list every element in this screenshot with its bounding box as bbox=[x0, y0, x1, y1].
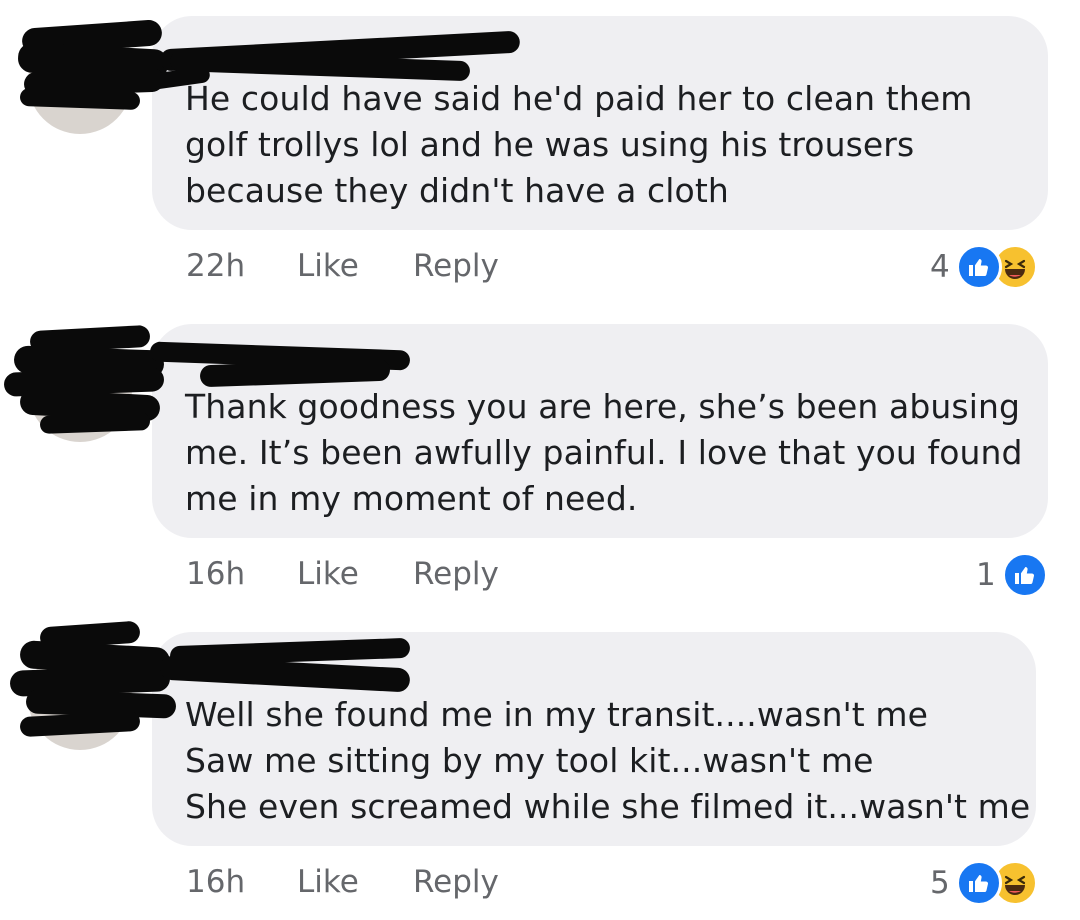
timestamp[interactable]: 22h bbox=[186, 248, 245, 284]
timestamp[interactable]: 16h bbox=[186, 556, 245, 592]
comment-text-line: He could have said he'd paid her to clea… bbox=[185, 79, 973, 118]
reaction-count: 5 bbox=[930, 865, 950, 901]
reaction-count: 4 bbox=[930, 249, 950, 285]
reaction-summary[interactable]: 4 bbox=[930, 244, 1038, 290]
like-icon bbox=[955, 860, 1002, 906]
comment-text: Well she found me in my transit....wasn'… bbox=[185, 692, 1045, 830]
like-button[interactable]: Like bbox=[297, 556, 359, 592]
reaction-summary[interactable]: 5 bbox=[930, 860, 1038, 906]
like-icon bbox=[1001, 552, 1048, 598]
like-button[interactable]: Like bbox=[297, 248, 359, 284]
comment-text-line: Saw me sitting by my tool kit...wasn't m… bbox=[185, 741, 874, 780]
reaction-count: 1 bbox=[976, 557, 996, 593]
comment-text-line: golf trollys lol and he was using his tr… bbox=[185, 125, 915, 164]
comment-text-line: She even screamed while she filmed it...… bbox=[185, 787, 1031, 826]
comment-text-line: Well she found me in my transit....wasn'… bbox=[185, 695, 929, 734]
comment-text-line: Thank goodness you are here, she’s been … bbox=[185, 387, 1021, 426]
like-icon bbox=[955, 244, 1002, 290]
reply-button[interactable]: Reply bbox=[413, 248, 499, 284]
reaction-summary[interactable]: 1 bbox=[976, 552, 1048, 598]
reply-button[interactable]: Reply bbox=[413, 864, 499, 900]
comment-text-line: because they didn't have a cloth bbox=[185, 171, 729, 210]
comment-text: Thank goodness you are here, she’s been … bbox=[185, 384, 1045, 522]
comment-text-line: me in my moment of need. bbox=[185, 479, 638, 518]
timestamp[interactable]: 16h bbox=[186, 864, 245, 900]
like-button[interactable]: Like bbox=[297, 864, 359, 900]
reply-button[interactable]: Reply bbox=[413, 556, 499, 592]
comment-text-line: me. It’s been awfully painful. I love th… bbox=[185, 433, 1023, 472]
comment-thread: He could have said he'd paid her to clea… bbox=[0, 0, 1080, 920]
comment-text: He could have said he'd paid her to clea… bbox=[185, 76, 1045, 214]
